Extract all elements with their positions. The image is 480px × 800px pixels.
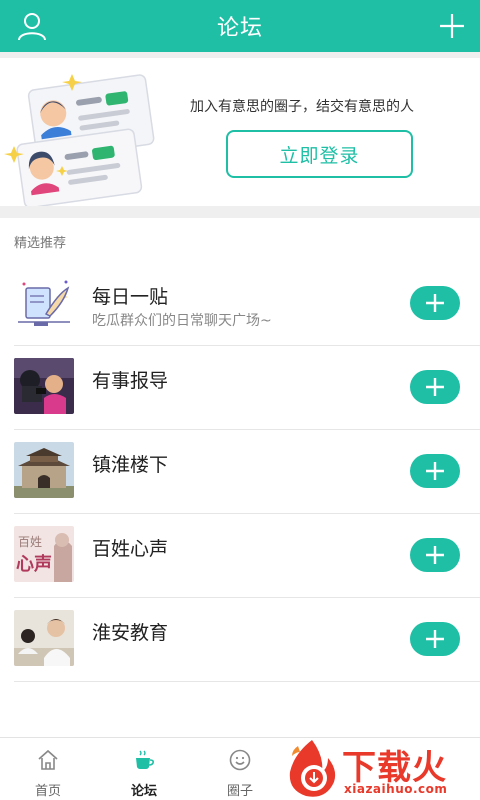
plus-icon <box>426 462 444 480</box>
forum-name: 有事报导 <box>92 370 169 392</box>
home-icon <box>38 749 58 770</box>
banner-slogan: 加入有意思的圈子，结交有意思的人 <box>190 99 414 115</box>
thumb-text: 百姓 <box>18 535 42 549</box>
plus-icon <box>426 378 444 396</box>
plus-icon <box>426 630 444 648</box>
forum-row-voice[interactable]: 百姓 心声 百姓心声 <box>0 514 480 598</box>
page-title: 论坛 <box>216 16 263 41</box>
login-button[interactable]: 立即登录 <box>226 130 413 178</box>
tab-forum[interactable]: 论坛 <box>96 738 192 800</box>
classroom-photo <box>14 610 74 666</box>
reporter-photo <box>14 358 74 414</box>
plus-icon <box>426 546 444 564</box>
tab-label: 首页 <box>34 784 61 799</box>
join-button[interactable] <box>410 286 460 320</box>
forum-name: 镇淮楼下 <box>92 454 169 476</box>
forum-name: 每日一贴 <box>92 286 169 308</box>
forum-name: 百姓心声 <box>92 538 169 560</box>
voice-photo: 百姓 心声 <box>14 526 74 582</box>
coffee-cup-icon <box>136 750 154 769</box>
user-icon[interactable] <box>16 10 48 42</box>
forum-row-report[interactable]: 有事报导 <box>0 346 480 430</box>
tab-label: 论坛 <box>130 784 157 799</box>
join-button[interactable] <box>410 370 460 404</box>
plus-icon[interactable] <box>438 12 466 40</box>
forum-description: 吃瓜群众们的日常聊天广场~ <box>92 313 272 329</box>
section-title: 精选推荐 <box>14 236 67 251</box>
forum-row-tower[interactable]: 镇淮楼下 <box>0 430 480 514</box>
join-button[interactable] <box>410 622 460 656</box>
join-button[interactable] <box>410 454 460 488</box>
thumb-text: 心声 <box>16 553 52 575</box>
smile-circle-icon <box>229 749 251 771</box>
forum-row-education[interactable]: 淮安教育 <box>0 598 480 682</box>
row-divider <box>14 681 480 682</box>
watermark-domain: xiazaihuo.com <box>344 782 448 796</box>
plus-icon <box>426 294 444 312</box>
forum-name: 淮安教育 <box>92 622 169 644</box>
forum-list: 每日一贴 吃瓜群众们的日常聊天广场~ 有事报导 镇淮楼下 百姓 心声 百姓心声 … <box>0 262 480 682</box>
flame-logo-icon <box>289 740 336 797</box>
forum-row-daily[interactable]: 每日一贴 吃瓜群众们的日常聊天广场~ <box>0 262 480 346</box>
tab-home[interactable]: 首页 <box>0 738 96 800</box>
watermark: 下载火 xiazaihuo.com <box>282 738 480 800</box>
join-button[interactable] <box>410 538 460 572</box>
tower-photo <box>14 442 74 498</box>
tab-label: 圈子 <box>226 784 253 799</box>
tab-circle[interactable]: 圈子 <box>192 738 288 800</box>
profile-cards-illustration <box>2 66 170 209</box>
section-separator <box>0 206 480 218</box>
login-banner: 加入有意思的圈子，结交有意思的人 立即登录 <box>0 52 480 209</box>
top-app-bar: 论坛 <box>0 0 480 52</box>
quill-paper-icon <box>14 274 74 330</box>
